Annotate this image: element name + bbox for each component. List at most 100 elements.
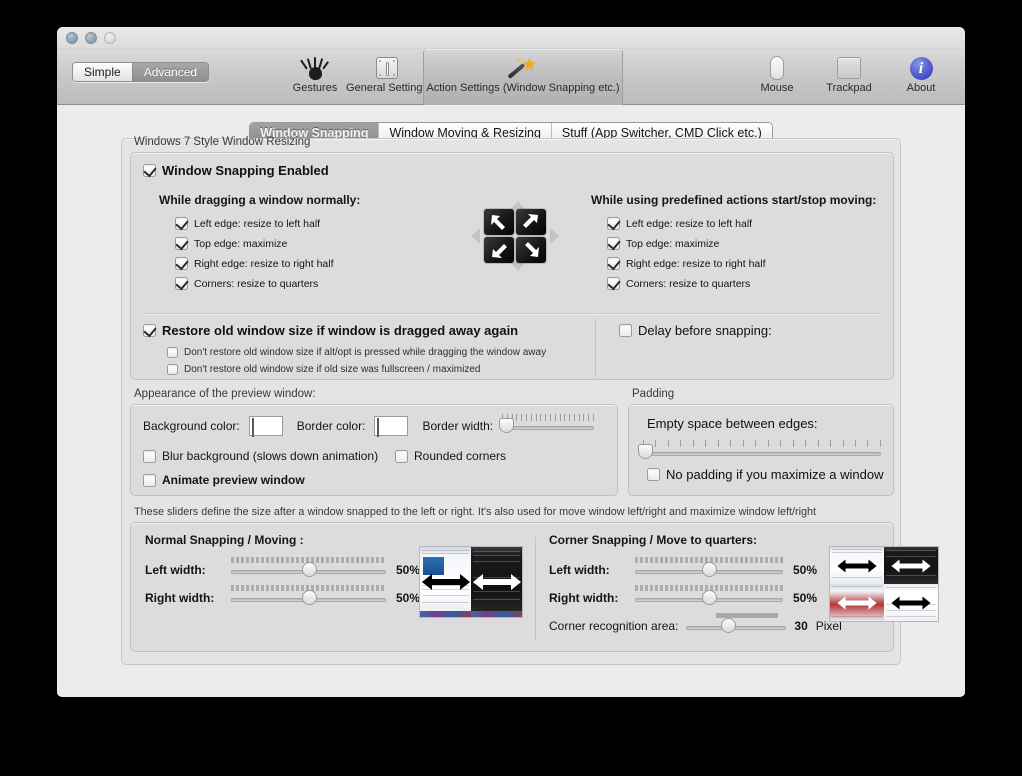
checkbox-box[interactable] [167,347,178,358]
slider-knob[interactable] [638,444,654,459]
normal-left-width-slider[interactable] [231,557,386,579]
mode-segmented-control[interactable]: Simple Advanced [72,62,210,82]
toolbar-item-trackpad[interactable]: Trackpad [813,49,885,105]
toolbar-item-label: About [906,82,936,94]
checkbox-pre-left-edge-left-half[interactable]: Left edge: resize to left half [607,217,876,230]
checkbox-box[interactable] [143,473,156,487]
checkbox-label: No padding if you maximize a window [666,467,884,482]
corner-left-width-slider[interactable] [635,557,783,579]
checkbox-delay-before-snapping[interactable]: Delay before snapping: [619,323,772,338]
normal-left-width-row: Left width: 50% [145,557,421,579]
checkbox-label: Restore old window size if window is dra… [162,323,519,338]
content-body: Window Snapping Window Moving & Resizing… [57,105,965,696]
background-color-label: Background color: [143,419,240,433]
toolbar-item-gestures[interactable]: Gestures [279,49,351,105]
checkbox-box[interactable] [175,257,188,270]
slider-track [643,452,881,456]
toolbar-item-about[interactable]: i About [885,49,957,105]
normal-right-width-row: Right width: 50% [145,585,420,607]
background-color-well[interactable] [248,416,283,437]
checkbox-rounded-corners[interactable]: Rounded corners [395,449,506,463]
minimize-button[interactable] [85,32,97,44]
checkbox-label: Right edge: resize to right half [626,257,766,270]
settings-panel: Windows 7 Style Window Resizing Window S… [121,136,939,665]
checkbox-box[interactable] [607,217,620,230]
slider-ticks [502,414,594,421]
border-width-slider[interactable] [498,414,595,435]
checkbox-box[interactable] [143,324,156,337]
normal-snapping-preview-thumbnail [419,546,523,618]
toolbar-item-mouse[interactable]: Mouse [741,49,813,105]
checkbox-label: Top edge: maximize [626,237,720,250]
segment-simple[interactable]: Simple [73,63,132,81]
checkbox-restore-old-size[interactable]: Restore old window size if window is dra… [143,323,546,338]
checkbox-no-restore-fullscreen[interactable]: Don't restore old window size if old siz… [167,364,546,375]
checkbox-box[interactable] [395,449,408,463]
quadrant-top-right [516,209,546,235]
slider-knob[interactable] [721,618,737,633]
checkbox-pre-right-edge-right-half[interactable]: Right edge: resize to right half [607,257,876,270]
toolbar-item-label: Mouse [760,82,794,94]
group-label-windows7-resizing: Windows 7 Style Window Resizing [134,136,311,148]
checkbox-top-edge-maximize[interactable]: Top edge: maximize [175,237,360,250]
checkbox-box[interactable] [167,364,178,375]
slider-track [686,626,787,630]
background-color-swatch [251,418,254,437]
corner-right-width-slider[interactable] [635,585,783,607]
checkbox-pre-top-edge-maximize[interactable]: Top edge: maximize [607,237,876,250]
toolbar-item-label: Gestures [292,82,338,94]
corner-recognition-slider[interactable] [686,613,787,635]
checkbox-box[interactable] [175,277,188,290]
checkbox-box[interactable] [143,449,156,463]
slider-knob[interactable] [702,590,717,605]
vertical-divider [535,537,536,641]
zoom-button[interactable] [104,32,116,44]
checkbox-box[interactable] [175,217,188,230]
normal-right-width-slider[interactable] [231,585,386,607]
checkbox-right-edge-right-half[interactable]: Right edge: resize to right half [175,257,360,270]
checkbox-blur-background[interactable]: Blur background (slows down animation) [143,449,378,463]
titlebar[interactable] [57,27,965,49]
checkbox-no-restore-altopt[interactable]: Don't restore old window size if alt/opt… [167,347,546,358]
slider-knob[interactable] [498,418,514,433]
checkbox-no-padding-maximize[interactable]: No padding if you maximize a window [647,467,884,482]
checkbox-label: Left edge: resize to left half [626,217,753,230]
close-button[interactable] [66,32,78,44]
checkbox-left-edge-left-half[interactable]: Left edge: resize to left half [175,217,360,230]
row-value: 50% [396,563,421,577]
segment-advanced[interactable]: Advanced [131,63,209,81]
row-value: 50% [793,563,818,577]
slider-ticks [643,440,881,447]
window-controls [66,32,116,44]
checkbox-label: Blur background (slows down animation) [162,449,379,463]
checkbox-box[interactable] [175,237,188,250]
checkbox-label: Window Snapping Enabled [162,163,329,178]
checkbox-pre-corners-quarters[interactable]: Corners: resize to quarters [607,277,876,290]
magic-wand-icon: ✦ ★ [507,54,538,82]
border-color-well[interactable] [374,416,409,437]
column-heading: While dragging a window normally: [159,193,361,207]
slider-knob[interactable] [301,590,317,605]
checkbox-box[interactable] [607,277,620,290]
row-label: Left width: [549,563,610,577]
empty-space-slider[interactable] [638,440,881,461]
row-label: Corner recognition area: [549,619,679,633]
toolbar-right-items: Mouse Trackpad i About [741,49,957,105]
snap-quadrants-diagram [471,201,559,271]
checkbox-window-snapping-enabled[interactable]: Window Snapping Enabled [143,163,329,178]
checkbox-corners-quarters[interactable]: Corners: resize to quarters [175,277,360,290]
checkbox-box[interactable] [607,237,620,250]
checkbox-box[interactable] [647,468,660,481]
slider-knob[interactable] [301,562,317,577]
checkbox-animate-preview-window[interactable]: Animate preview window [143,473,305,487]
checkbox-label: Don't restore old window size if alt/opt… [184,347,547,358]
toolbar-item-general-settings[interactable]: General Settings [346,49,428,105]
toolbar-item-action-settings[interactable]: ✦ ★ Action Settings (Window Snapping etc… [423,49,623,105]
mouse-icon [770,54,784,82]
checkbox-box[interactable] [619,324,632,337]
checkbox-box[interactable] [143,164,156,177]
checkbox-box[interactable] [607,257,620,270]
group-appearance: Background color: Border color: Border w… [130,404,618,496]
row-value: 50% [793,591,818,605]
slider-knob[interactable] [702,562,717,577]
